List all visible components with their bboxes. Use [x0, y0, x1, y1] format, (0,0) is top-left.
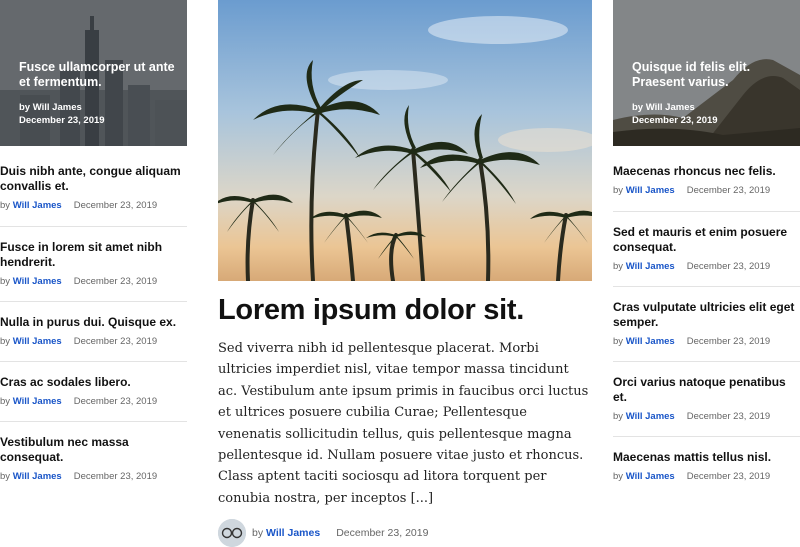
by-prefix: by	[19, 102, 31, 113]
article-date: December 23, 2019	[73, 471, 158, 482]
main-article-date: December 23, 2019	[336, 527, 429, 540]
right-article-list: Maecenas rhoncus nec felis. by Will Jame…	[613, 146, 800, 496]
hero-date: December 23, 2019	[632, 115, 718, 126]
hero-author-link[interactable]: Will James	[33, 102, 82, 113]
featured-image[interactable]	[218, 0, 592, 281]
by-prefix: by	[613, 261, 624, 272]
left-hero-card[interactable]: Fusce ullamcorper ut ante et fermentum. …	[0, 0, 187, 146]
hero-title[interactable]: Fusce ullamcorper ut ante et fermentum.	[19, 60, 175, 90]
author-link[interactable]: Will James	[626, 471, 675, 482]
article-meta: by Will James December 23, 2019	[0, 276, 187, 288]
main-article-title[interactable]: Lorem ipsum dolor sit.	[218, 294, 592, 326]
by-prefix: by	[613, 411, 624, 422]
by-prefix: by	[0, 200, 11, 211]
article-meta: by Will James December 23, 2019	[0, 471, 187, 483]
list-item: Nulla in purus dui. Quisque ex. by Will …	[0, 302, 187, 362]
article-title-link[interactable]: Vestibulum nec massa consequat.	[0, 435, 187, 465]
author-link[interactable]: Will James	[626, 411, 675, 422]
list-item: Cras ac sodales libero. by Will James Dec…	[0, 362, 187, 422]
article-title-link[interactable]: Sed et mauris et enim posuere consequat.	[613, 225, 800, 255]
article-date: December 23, 2019	[73, 396, 158, 407]
main-article-meta: by Will James December 23, 2019	[218, 519, 592, 547]
author-link[interactable]: Will James	[13, 471, 62, 482]
avatar-glasses-icon	[218, 519, 246, 547]
article-meta: by Will James December 23, 2019	[613, 185, 800, 197]
article-meta: by Will James December 23, 2019	[613, 261, 800, 273]
article-date: December 23, 2019	[73, 276, 158, 287]
author-avatar[interactable]	[218, 519, 246, 547]
by-prefix: by	[613, 185, 624, 196]
main-article-excerpt: Sed viverra nibh id pellentesque placera…	[218, 341, 589, 506]
article-title-link[interactable]: Cras vulputate ultricies elit eget sempe…	[613, 300, 800, 330]
article-date: December 23, 2019	[686, 471, 771, 482]
article-title-link[interactable]: Fusce in lorem sit amet nibh hendrerit.	[0, 240, 187, 270]
main-author-link[interactable]: Will James	[266, 527, 320, 539]
article-title-link[interactable]: Orci varius natoque penatibus et.	[613, 375, 800, 405]
main-column: Lorem ipsum dolor sit. Sed viverra nibh …	[218, 0, 592, 547]
article-date: December 23, 2019	[73, 200, 158, 211]
list-item: Orci varius natoque penatibus et. by Wil…	[613, 362, 800, 437]
author-link[interactable]: Will James	[13, 396, 62, 407]
author-link[interactable]: Will James	[13, 336, 62, 347]
article-title-link[interactable]: Nulla in purus dui. Quisque ex.	[0, 315, 187, 330]
by-prefix: by	[0, 336, 11, 347]
article-title-link[interactable]: Cras ac sodales libero.	[0, 375, 187, 390]
author-link[interactable]: Will James	[13, 276, 62, 287]
author-link[interactable]: Will James	[626, 185, 675, 196]
article-date: December 23, 2019	[686, 411, 771, 422]
author-link[interactable]: Will James	[626, 336, 675, 347]
article-meta: by Will James December 23, 2019	[0, 200, 187, 212]
list-item: Sed et mauris et enim posuere consequat.…	[613, 212, 800, 287]
hero-content: Fusce ullamcorper ut ante et fermentum. …	[19, 60, 175, 128]
article-date: December 23, 2019	[686, 336, 771, 347]
by-prefix: by	[613, 336, 624, 347]
by-prefix: by	[0, 396, 11, 407]
article-meta: by Will James December 23, 2019	[0, 396, 187, 408]
list-item: Cras vulputate ultricies elit eget sempe…	[613, 287, 800, 362]
article-meta: by Will James December 23, 2019	[613, 336, 800, 348]
article-date: December 23, 2019	[73, 336, 158, 347]
right-hero-card[interactable]: Quisque id felis elit. Praesent varius. …	[613, 0, 800, 146]
by-prefix: by	[613, 471, 624, 482]
hero-date: December 23, 2019	[19, 115, 105, 126]
by-prefix: by	[632, 102, 644, 113]
list-item: Maecenas mattis tellus nisl. by Will Jam…	[613, 437, 800, 496]
hero-title[interactable]: Quisque id felis elit. Praesent varius.	[632, 60, 788, 90]
list-item: Fusce in lorem sit amet nibh hendrerit. …	[0, 227, 187, 302]
article-meta: by Will James December 23, 2019	[0, 336, 187, 348]
article-title-link[interactable]: Duis nibh ante, congue aliquam convallis…	[0, 164, 187, 194]
author-link[interactable]: Will James	[626, 261, 675, 272]
list-item: Vestibulum nec massa consequat. by Will …	[0, 422, 187, 496]
left-column: Fusce ullamcorper ut ante et fermentum. …	[0, 0, 187, 496]
hero-author-link[interactable]: Will James	[646, 102, 695, 113]
hero-content: Quisque id felis elit. Praesent varius. …	[632, 60, 788, 128]
article-title-link[interactable]: Maecenas rhoncus nec felis.	[613, 164, 800, 179]
palm-trees-image	[218, 0, 592, 281]
by-prefix: by	[252, 527, 264, 540]
article-date: December 23, 2019	[686, 261, 771, 272]
by-prefix: by	[0, 276, 11, 287]
left-article-list: Duis nibh ante, congue aliquam convallis…	[0, 146, 187, 496]
article-meta: by Will James December 23, 2019	[613, 411, 800, 423]
article-title-link[interactable]: Maecenas mattis tellus nisl.	[613, 450, 800, 465]
hero-byline: by Will James	[632, 102, 788, 114]
hero-byline: by Will James	[19, 102, 175, 114]
by-prefix: by	[0, 471, 11, 482]
list-item: Duis nibh ante, congue aliquam convallis…	[0, 146, 187, 227]
article-meta: by Will James December 23, 2019	[613, 471, 800, 483]
article-date: December 23, 2019	[686, 185, 771, 196]
author-link[interactable]: Will James	[13, 200, 62, 211]
right-column: Quisque id felis elit. Praesent varius. …	[613, 0, 800, 496]
list-item: Maecenas rhoncus nec felis. by Will Jame…	[613, 146, 800, 212]
